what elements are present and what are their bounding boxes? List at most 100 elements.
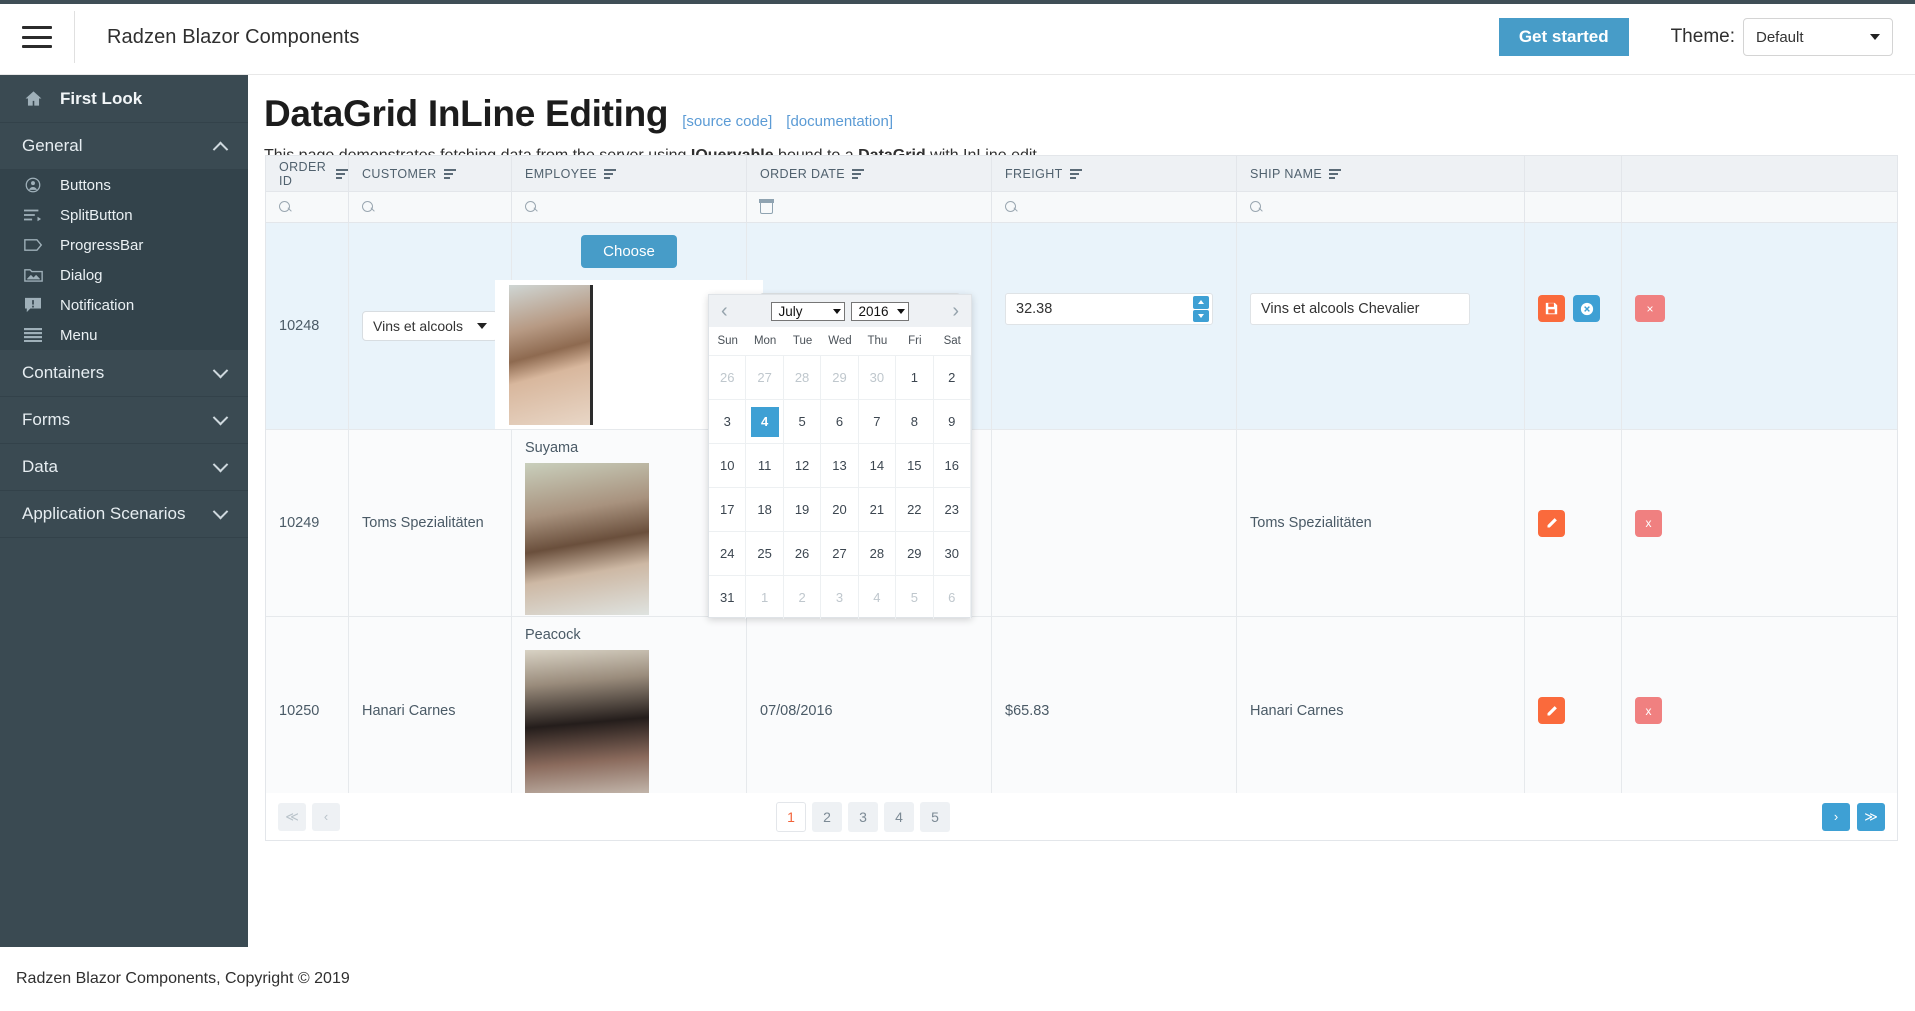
hamburger-icon[interactable] (22, 26, 52, 48)
filter-cell-order-id[interactable] (266, 192, 349, 222)
column-header-ship-name[interactable]: SHIP NAME (1237, 156, 1525, 191)
calendar-day-cell[interactable]: 20 (821, 487, 859, 531)
cancel-row-button[interactable] (1573, 295, 1600, 322)
calendar-day-cell[interactable]: 9 (933, 399, 971, 443)
calendar-year-select[interactable]: 2016 (851, 301, 909, 321)
sidebar-item-first-look[interactable]: First Look (0, 75, 248, 123)
calendar-day-cell[interactable]: 31 (709, 575, 747, 619)
page-first-button[interactable]: ≪ (278, 802, 306, 831)
page-last-button[interactable]: ≫ (1857, 802, 1885, 831)
calendar-day-cell[interactable]: 3 (709, 399, 747, 443)
page-number-4[interactable]: 4 (884, 801, 914, 832)
column-header-employee[interactable]: EMPLOYEE (512, 156, 747, 191)
calendar-prev-button[interactable]: ‹ (721, 301, 728, 321)
sidebar-item-notification[interactable]: Notification (0, 290, 248, 320)
calendar-day-cell[interactable]: 29 (896, 531, 934, 575)
page-number-5[interactable]: 5 (920, 801, 950, 832)
calendar-day-cell[interactable]: 19 (783, 487, 822, 531)
filter-cell-freight[interactable] (992, 192, 1237, 222)
calendar-day-cell[interactable]: 14 (858, 443, 897, 487)
calendar-day-cell[interactable]: 8 (896, 399, 934, 443)
calendar-day-cell[interactable]: 25 (746, 531, 784, 575)
search-icon[interactable] (525, 200, 538, 214)
choose-file-button[interactable]: Choose (581, 235, 677, 268)
page-number-1[interactable]: 1 (776, 801, 806, 832)
edit-row-button[interactable] (1538, 509, 1565, 537)
calendar-day-cell[interactable]: 6 (933, 575, 971, 619)
save-row-button[interactable] (1538, 295, 1565, 322)
delete-row-button[interactable]: x (1635, 697, 1662, 724)
calendar-day-cell[interactable]: 2 (933, 355, 971, 399)
delete-row-button[interactable]: x (1635, 509, 1662, 537)
calendar-day-cell[interactable]: 26 (709, 355, 747, 399)
sidebar-item-buttons[interactable]: Buttons (0, 170, 248, 200)
calendar-day-cell[interactable]: 4 (746, 399, 784, 443)
table-row[interactable]: 10249 Toms Spezialitäten Suyama Toms Spe… (266, 430, 1897, 617)
column-header-customer[interactable]: CUSTOMER (349, 156, 512, 191)
sidebar-group-containers[interactable]: Containers (0, 350, 248, 397)
column-header-order-id[interactable]: ORDER ID (266, 156, 349, 191)
filter-cell-customer[interactable] (349, 192, 512, 222)
calendar-day-cell[interactable]: 24 (709, 531, 747, 575)
table-row[interactable]: 10250 Hanari Carnes Peacock 07/08/2016 $… (266, 617, 1897, 794)
calendar-day-cell[interactable]: 3 (821, 575, 859, 619)
calendar-day-cell[interactable]: 18 (746, 487, 784, 531)
calendar-day-cell[interactable]: 7 (858, 399, 897, 443)
calendar-day-cell[interactable]: 23 (933, 487, 971, 531)
search-icon[interactable] (279, 200, 292, 214)
number-stepper[interactable] (1193, 296, 1209, 322)
sidebar-item-splitbutton[interactable]: SplitButton (0, 200, 248, 230)
page-next-button[interactable]: › (1822, 802, 1850, 831)
search-icon[interactable] (362, 200, 375, 214)
calendar-day-cell[interactable]: 26 (783, 531, 822, 575)
page-number-3[interactable]: 3 (848, 801, 878, 832)
calendar-day-cell[interactable]: 30 (858, 355, 897, 399)
calendar-day-cell[interactable]: 4 (858, 575, 897, 619)
customer-dropdown[interactable]: Vins et alcools (362, 311, 498, 341)
stepper-down-icon[interactable] (1193, 309, 1209, 322)
sidebar-item-menu[interactable]: Menu (0, 320, 248, 350)
calendar-day-cell[interactable]: 13 (821, 443, 859, 487)
search-icon[interactable] (1005, 200, 1018, 214)
column-header-order-date[interactable]: ORDER DATE (747, 156, 992, 191)
calendar-day-cell[interactable]: 6 (821, 399, 859, 443)
sidebar-item-dialog[interactable]: Dialog (0, 260, 248, 290)
calendar-day-cell[interactable]: 28 (858, 531, 897, 575)
ship-name-input[interactable]: Vins et alcools Chevalier (1250, 293, 1470, 325)
filter-cell-employee[interactable] (512, 192, 747, 222)
calendar-day-cell[interactable]: 1 (746, 575, 784, 619)
calendar-day-cell[interactable]: 28 (783, 355, 822, 399)
get-started-button[interactable]: Get started (1498, 18, 1629, 56)
calendar-day-cell[interactable]: 5 (896, 575, 934, 619)
calendar-next-button[interactable]: › (952, 301, 959, 321)
source-code-link[interactable]: [source code] (682, 113, 772, 130)
calendar-day-cell[interactable]: 27 (821, 531, 859, 575)
calendar-day-cell[interactable]: 5 (783, 399, 822, 443)
calendar-day-cell[interactable]: 15 (896, 443, 934, 487)
sidebar-group-general[interactable]: General (0, 123, 248, 170)
calendar-day-cell[interactable]: 12 (783, 443, 822, 487)
column-header-freight[interactable]: FREIGHT (992, 156, 1237, 191)
sidebar-group-forms[interactable]: Forms (0, 397, 248, 444)
calendar-day-cell[interactable]: 17 (709, 487, 747, 531)
calendar-day-cell[interactable]: 27 (746, 355, 784, 399)
search-icon[interactable] (1250, 200, 1263, 214)
calendar-day-cell[interactable]: 21 (858, 487, 897, 531)
calendar-day-cell[interactable]: 16 (933, 443, 971, 487)
calendar-day-cell[interactable]: 1 (896, 355, 934, 399)
theme-select[interactable]: Default (1743, 18, 1893, 56)
delete-row-button[interactable]: × (1635, 295, 1665, 322)
calendar-day-cell[interactable]: 11 (746, 443, 784, 487)
freight-input[interactable]: 32.38 (1005, 293, 1213, 325)
calendar-day-cell[interactable]: 30 (933, 531, 971, 575)
sidebar-item-progressbar[interactable]: ProgressBar (0, 230, 248, 260)
edit-row-button[interactable] (1538, 697, 1565, 724)
sidebar-group-application-scenarios[interactable]: Application Scenarios (0, 491, 248, 538)
documentation-link[interactable]: [documentation] (786, 113, 893, 130)
calendar-icon[interactable] (759, 199, 774, 214)
page-prev-button[interactable]: ‹ (312, 802, 340, 831)
calendar-day-cell[interactable]: 2 (783, 575, 822, 619)
page-number-2[interactable]: 2 (812, 801, 842, 832)
calendar-month-select[interactable]: July (771, 301, 846, 321)
calendar-day-cell[interactable]: 10 (709, 443, 747, 487)
